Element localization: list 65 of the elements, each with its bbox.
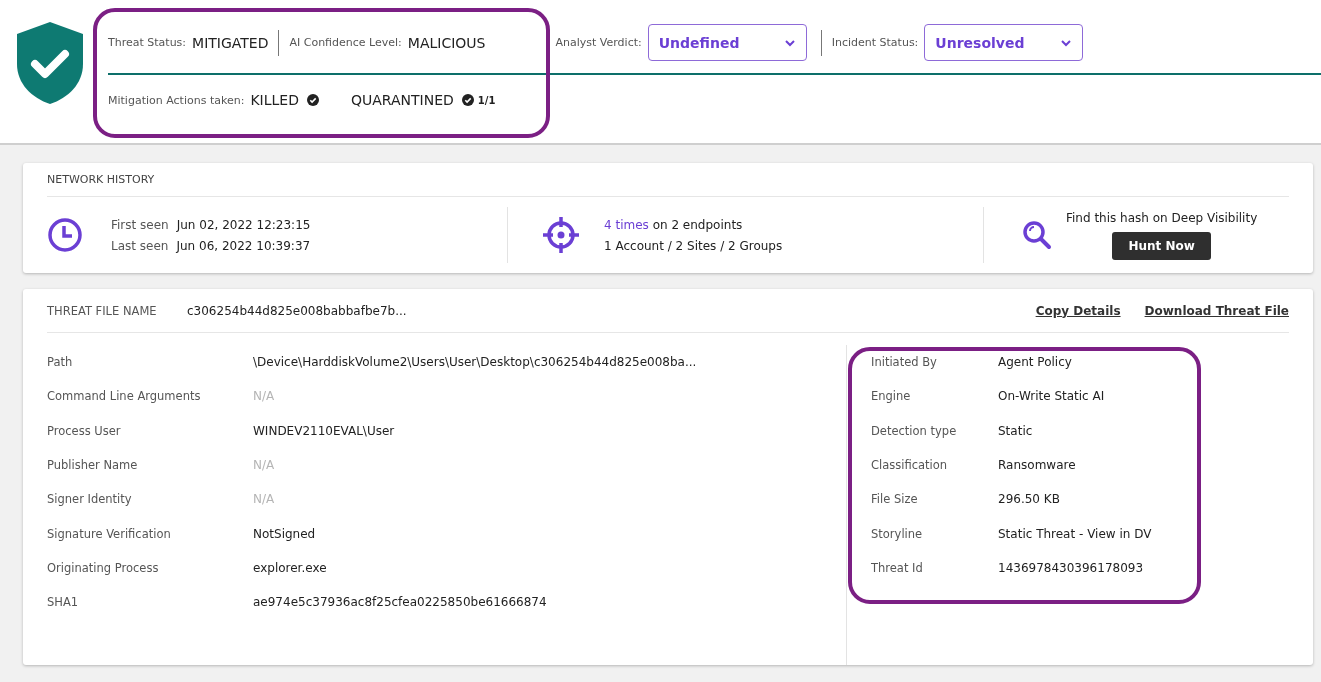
detail-label: Threat Id — [871, 560, 924, 575]
detail-value: ae974e5c37936ac8f25cfea0225850be61666874 — [253, 595, 547, 610]
file-name: c306254b44d825e008babbafbe7b... — [187, 303, 407, 318]
detail-value: Static — [998, 423, 1033, 438]
detail-value: Ransomware — [998, 458, 1076, 473]
hunt-text: Find this hash on Deep Visibility — [1066, 210, 1258, 225]
detail-label: SHA1 — [47, 595, 80, 610]
seen-date: Jun 06, 2022 10:39:37 — [176, 238, 311, 253]
detail-label: Detection type — [871, 423, 958, 438]
detail-label: File Size — [871, 492, 919, 507]
detail-value: explorer.exe — [253, 560, 327, 575]
action-name: KILLED — [250, 92, 299, 108]
action-name: QUARANTINED — [350, 92, 454, 108]
detail-label: Command Line Arguments — [47, 389, 202, 404]
action-link[interactable]: Download Threat File — [1144, 303, 1289, 318]
detail-label: Signer Identity — [47, 492, 133, 507]
chevron-down-icon — [783, 38, 796, 47]
shield-check-icon — [15, 20, 85, 106]
dropdown-label: Incident Status: — [831, 36, 919, 49]
detail-value: N/A — [253, 492, 275, 507]
card-title: NETWORK HISTORY — [47, 173, 155, 186]
seen-label: Last seen — [111, 238, 169, 253]
detail-value: \Device\HarddiskVolume2\Users\User\Desktop\c306254b44d825e008ba... — [253, 355, 697, 370]
chevron-down-icon — [1060, 38, 1073, 47]
mitigation-label: Mitigation Actions taken: — [108, 93, 245, 107]
detail-value: 1436978430396178093 — [998, 560, 1144, 575]
status-label: AI Confidence Level: — [289, 36, 402, 49]
check-circle-icon — [306, 94, 319, 106]
detail-value: Agent Policy — [998, 355, 1072, 370]
detail-label: Publisher Name — [47, 458, 139, 473]
dropdown-label: Analyst Verdict: — [555, 36, 642, 49]
detail-value: NotSigned — [253, 526, 316, 541]
detail-label: Originating Process — [47, 560, 160, 575]
detail-value: 296.50 KB — [998, 492, 1060, 507]
action-count: 1/1 — [477, 94, 496, 106]
status-label: Threat Status: — [108, 36, 187, 49]
detail-value: On-Write Static AI — [998, 389, 1105, 404]
detail-label: Classification — [871, 458, 949, 473]
dropdown[interactable]: Unresolved — [924, 24, 1084, 61]
scope-text: 1 Account / 2 Sites / 2 Groups — [604, 238, 783, 253]
detail-value: Static Threat - View in DV — [998, 526, 1152, 541]
file-name-label: THREAT FILE NAME — [47, 303, 158, 318]
seen-date: Jun 02, 2022 12:23:15 — [176, 217, 311, 232]
clock-icon — [47, 217, 83, 253]
detail-value: N/A — [253, 458, 275, 473]
times-link[interactable]: 4 times — [604, 217, 649, 232]
detail-label: Signature Verification — [47, 526, 172, 541]
detail-value: WINDEV2110EVAL\User — [253, 423, 395, 438]
status-value: MALICIOUS — [407, 34, 486, 51]
detail-label: Engine — [871, 389, 912, 404]
search-icon — [1022, 220, 1052, 250]
crosshair-icon — [542, 216, 580, 254]
detail-label: Storyline — [871, 526, 924, 541]
detail-label: Path — [47, 355, 74, 370]
hunt-button[interactable]: Hunt Now — [1112, 231, 1211, 260]
check-circle-icon — [461, 94, 474, 106]
detail-label: Initiated By — [871, 355, 938, 370]
action-link[interactable]: Copy Details — [1035, 303, 1121, 318]
times-text: on — [652, 217, 668, 232]
detail-value: N/A — [253, 389, 275, 404]
status-value: MITIGATED — [192, 34, 269, 51]
seen-label: First seen — [111, 217, 169, 232]
dropdown[interactable]: Undefined — [647, 24, 807, 61]
endpoints-text: 2 endpoints — [671, 217, 743, 232]
detail-label: Process User — [47, 423, 122, 438]
